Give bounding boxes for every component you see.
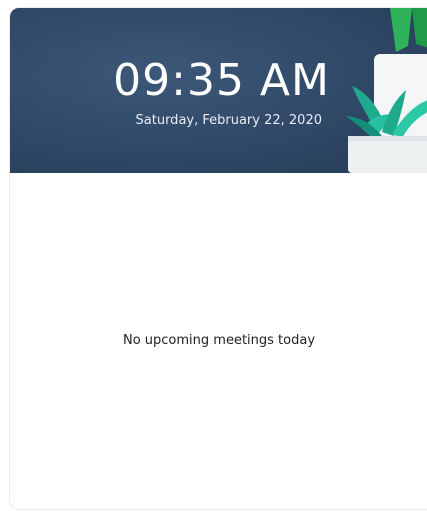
current-date: Saturday, February 22, 2020 — [135, 113, 322, 128]
no-meetings-message: No upcoming meetings today — [122, 333, 316, 348]
meetings-card: 09:35 AM Saturday, February 22, 2020 No … — [9, 7, 427, 510]
header-banner: 09:35 AM Saturday, February 22, 2020 — [10, 8, 427, 173]
potted-plant-icon — [346, 8, 427, 173]
current-time: 09:35 AM — [113, 55, 330, 106]
